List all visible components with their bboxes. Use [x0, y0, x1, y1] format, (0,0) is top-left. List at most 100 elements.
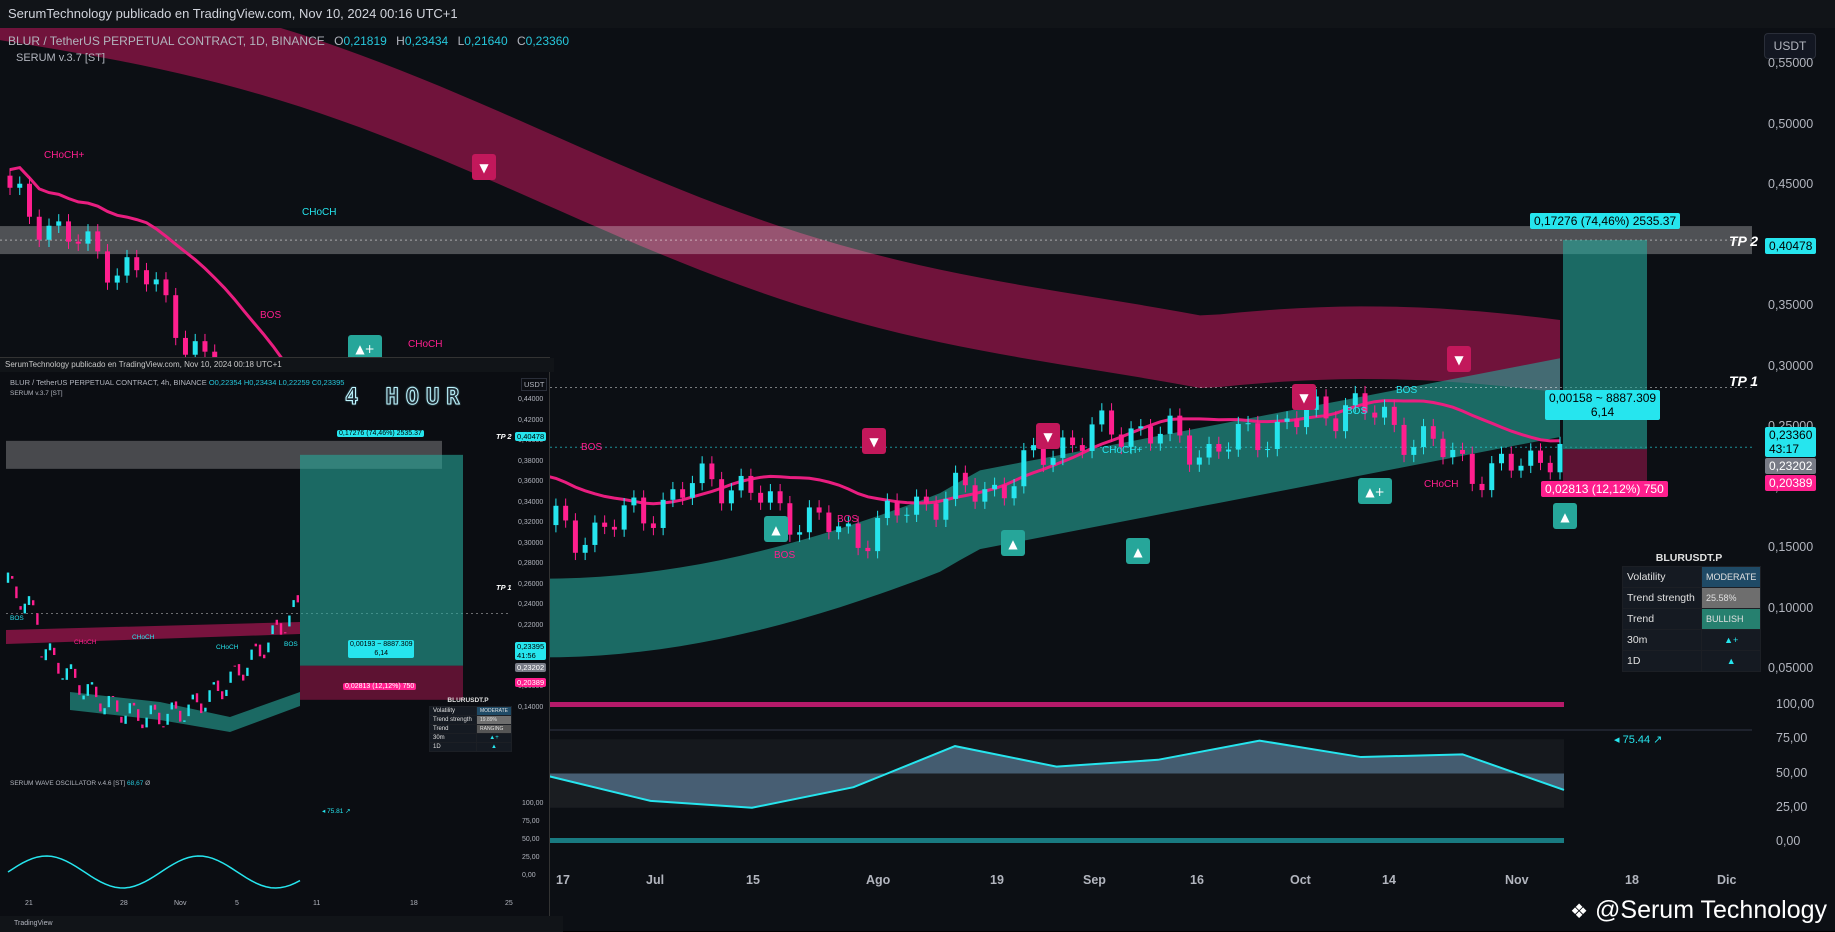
inset-candle [27, 596, 31, 605]
candle-body [1021, 450, 1027, 487]
choch-annotation-3: CHoCH [1424, 479, 1459, 490]
price-axis-label: 0,30000 [1768, 358, 1814, 373]
inset-time-label: 28 [120, 900, 128, 907]
currency-button[interactable]: USDT [1764, 33, 1816, 59]
info-label: 1D [1622, 650, 1702, 672]
chart-window: { "header": {"publisher": "SerumTechnolo… [0, 0, 1835, 932]
time-axis-label: 15 [746, 873, 760, 887]
candle-body [670, 489, 676, 500]
upper-band [0, 28, 1560, 393]
info-table-title: BLURUSDT.P [1655, 552, 1723, 564]
candle-body [1391, 406, 1397, 425]
choch-plus-annotation-2: CHoCH+ [1102, 445, 1143, 456]
inset-symbol: BLUR / TetherUS PERPETUAL CONTRACT, 4h, … [10, 378, 207, 387]
price-axis-label: 0,10000 [1768, 600, 1814, 615]
candle-body [192, 341, 198, 355]
inset-info-label: 30m [429, 733, 477, 743]
inset-candle [179, 710, 182, 722]
inset-candle [174, 701, 178, 709]
inset-candle [48, 643, 52, 651]
inset-osc-value: 68,67 [127, 780, 144, 787]
candle-body [1460, 449, 1466, 454]
inset-currency: USDT [521, 378, 548, 391]
price-axis-label: 0,45000 [1768, 177, 1814, 192]
candle-body [1333, 418, 1339, 432]
candle-body [933, 503, 939, 520]
candle-body [1245, 423, 1251, 425]
inset-candle [216, 680, 220, 691]
last-price: 0,23360 [1769, 428, 1813, 442]
inset-info-value: ▲ [476, 742, 512, 752]
candle-body [1528, 450, 1534, 466]
candle-body [1099, 410, 1105, 425]
inset-osc-axis-label: 25,00 [522, 854, 540, 861]
choch-annotation: CHoCH [302, 207, 337, 218]
time-axis-label: 17 [556, 873, 570, 887]
inset-candle [225, 689, 228, 697]
candle-body [1352, 393, 1358, 406]
candle-body [699, 463, 705, 484]
info-label: 30m [1622, 629, 1702, 651]
candle-body [923, 496, 929, 504]
time-axis-label: 14 [1382, 873, 1396, 887]
inset-candle [137, 709, 140, 721]
candle-body [992, 484, 998, 490]
info-row: 1D ▲ [1622, 650, 1762, 672]
inset-info-value: RANGING [476, 724, 512, 734]
position-qty: 0,00158 ~ 8887.309 [1549, 391, 1657, 405]
info-value: ▲+ [1700, 629, 1762, 651]
inset-candle [292, 600, 295, 608]
candle-body [1011, 486, 1017, 499]
inset-info-row: 30m ▲+ [429, 733, 512, 743]
inset-candle [36, 613, 39, 625]
candle-body [1518, 465, 1524, 471]
candle-body [1060, 437, 1066, 458]
symbol-legend: BLUR / TetherUS PERPETUAL CONTRACT, 1D, … [8, 34, 569, 48]
inset-candle [120, 716, 123, 723]
inset-info-label: 1D [429, 742, 477, 752]
candle-body [709, 463, 715, 480]
inset-candle [271, 625, 274, 635]
inset-annotation-1: CHoCH [74, 639, 97, 646]
inset-indicator: SERUM v.3.7 [ST] [10, 390, 63, 397]
sell-signal-glyph: ▼ [1454, 353, 1464, 367]
sell-signal-glyph: ▼ [869, 435, 879, 449]
candle-body [202, 341, 208, 352]
stop-price-tag: 0,20389 [1765, 475, 1817, 491]
buy-signal-glyph: ▲ [771, 523, 781, 537]
candle-body [826, 512, 832, 533]
watermark-text: @Serum Technology [1595, 896, 1827, 924]
inset-candle [233, 665, 236, 667]
candle-body [26, 183, 32, 217]
inset-osc-axis-label: 100,00 [522, 800, 544, 807]
inset-osc-line [7, 855, 301, 889]
inset-time-label: 25 [505, 900, 513, 907]
inset-candle [107, 695, 110, 708]
inset-candle [166, 713, 169, 725]
candle-body [1489, 463, 1495, 491]
inset-candle [78, 685, 81, 695]
info-value: BULLISH [1700, 608, 1762, 630]
inset-candle [229, 671, 232, 683]
low-value: 0,21640 [464, 34, 508, 48]
candle-body [1001, 484, 1007, 499]
candle-body [680, 489, 686, 498]
inset-candle [221, 691, 224, 700]
candle-body [777, 491, 783, 504]
inset-last: 0,23395 [517, 642, 545, 651]
indicator-legend[interactable]: SERUM v.3.7 [ST] [16, 52, 105, 64]
candle-body [953, 472, 959, 499]
inset-candle [296, 595, 299, 603]
candle-body [621, 505, 627, 530]
candle-body [787, 503, 793, 535]
time-axis-label: Oct [1290, 873, 1311, 887]
stop-zone [1563, 449, 1647, 484]
inset-time-label: 11 [313, 900, 321, 907]
candle-body [1148, 426, 1154, 444]
candle-body [660, 499, 666, 528]
inset-tp1: TP 1 [496, 583, 512, 592]
inset-4h-chart[interactable]: SerumTechnology publicado en TradingView… [0, 357, 563, 932]
high-value: 0,23434 [404, 34, 449, 48]
publisher-text: SerumTechnology publicado en TradingView… [8, 6, 458, 21]
candle-body [1479, 483, 1485, 491]
